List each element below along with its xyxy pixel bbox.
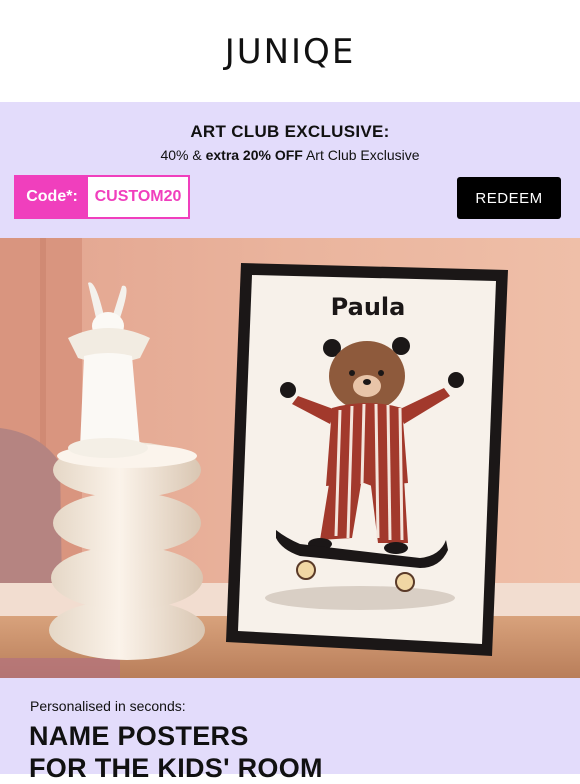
juniqe-logo[interactable]: JUNIQE bbox=[225, 30, 356, 72]
poster-name-text: Paula bbox=[331, 293, 406, 321]
promo-code-box[interactable]: Code*: CUSTOM20 bbox=[14, 175, 190, 219]
headline-line-2: FOR THE KIDS' ROOM bbox=[29, 753, 323, 783]
rug bbox=[0, 658, 120, 678]
feature-headline[interactable]: NAME POSTERS FOR THE KIDS' ROOM bbox=[29, 720, 549, 784]
hero-image[interactable]: Paula bbox=[0, 238, 580, 678]
hero-illustration: Paula bbox=[0, 238, 580, 678]
promo-subtitle-prefix: 40% & bbox=[160, 147, 206, 163]
promo-subtitle-suffix: Art Club Exclusive bbox=[302, 147, 420, 163]
redeem-button[interactable]: REDEEM bbox=[457, 177, 561, 219]
promo-title: ART CLUB EXCLUSIVE: bbox=[190, 122, 390, 141]
email-header: JUNIQE bbox=[0, 0, 580, 102]
name-poster: Paula bbox=[226, 263, 508, 656]
promo-subtitle: 40% & extra 20% OFF Art Club Exclusive bbox=[0, 147, 580, 163]
code-label: Code*: bbox=[16, 177, 88, 217]
code-value[interactable]: CUSTOM20 bbox=[88, 177, 188, 217]
promo-subtitle-bold: extra 20% OFF bbox=[205, 147, 303, 163]
headline-line-1: NAME POSTERS bbox=[29, 721, 249, 751]
feature-section: Personalised in seconds: NAME POSTERS FO… bbox=[0, 678, 580, 783]
promo-banner: ART CLUB EXCLUSIVE: 40% & extra 20% OFF … bbox=[0, 102, 580, 238]
feature-kicker: Personalised in seconds: bbox=[30, 698, 186, 714]
